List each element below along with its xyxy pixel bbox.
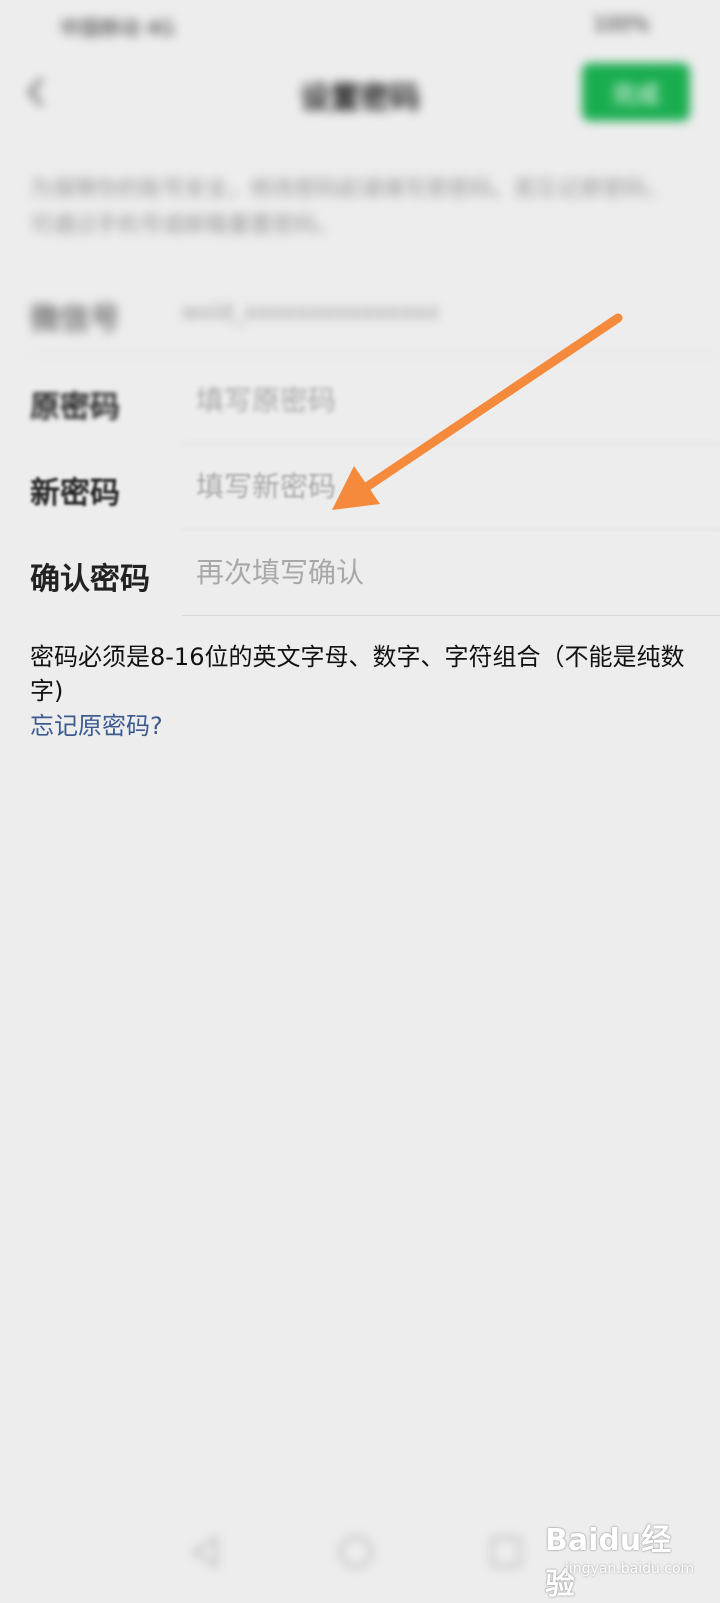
- account-label: 微信号: [30, 302, 120, 337]
- account-value: wxid_xxxxxxxxxxxxxxx: [182, 300, 440, 325]
- baidu-watermark: Baidu经验 jingyan.baidu.com: [545, 1515, 694, 1602]
- confirm-password-input[interactable]: [182, 552, 696, 592]
- done-button[interactable]: 完成: [582, 63, 690, 121]
- forgot-password-link[interactable]: 忘记原密码?: [30, 706, 163, 741]
- old-password-row: 原密码: [0, 358, 720, 444]
- divider: [30, 355, 720, 356]
- confirm-password-label: 确认密码: [30, 562, 150, 597]
- nav-recent-icon[interactable]: [484, 1530, 528, 1574]
- status-bar: 中国移动 4G 100%: [0, 0, 720, 50]
- watermark-text: Baidu经验: [545, 1523, 672, 1602]
- old-password-label: 原密码: [30, 390, 120, 425]
- divider: [182, 615, 720, 616]
- new-password-row: 新密码: [0, 444, 720, 530]
- old-password-input[interactable]: [182, 380, 696, 420]
- carrier-signal: 中国移动 4G: [60, 16, 175, 40]
- nav-home-icon[interactable]: [334, 1530, 378, 1574]
- account-row: 微信号 wxid_xxxxxxxxxxxxxxx: [0, 270, 720, 356]
- watermark-url: jingyan.baidu.com: [565, 1561, 695, 1577]
- nav-back-icon[interactable]: [184, 1530, 228, 1574]
- confirm-password-row: 确认密码: [0, 530, 720, 616]
- password-rule-hint: 密码必须是8-16位的英文字母、数字、字符组合（不能是纯数字): [30, 643, 685, 705]
- header: 设置密码 完成: [0, 55, 720, 130]
- new-password-input[interactable]: [182, 466, 696, 506]
- new-password-label: 新密码: [30, 476, 120, 511]
- description-text: 为保障你的账号安全，修改密码前请填写原密码。若忘记原密码，可通过手机号或邮箱重置…: [30, 177, 669, 238]
- battery-indicator: 100%: [592, 12, 650, 36]
